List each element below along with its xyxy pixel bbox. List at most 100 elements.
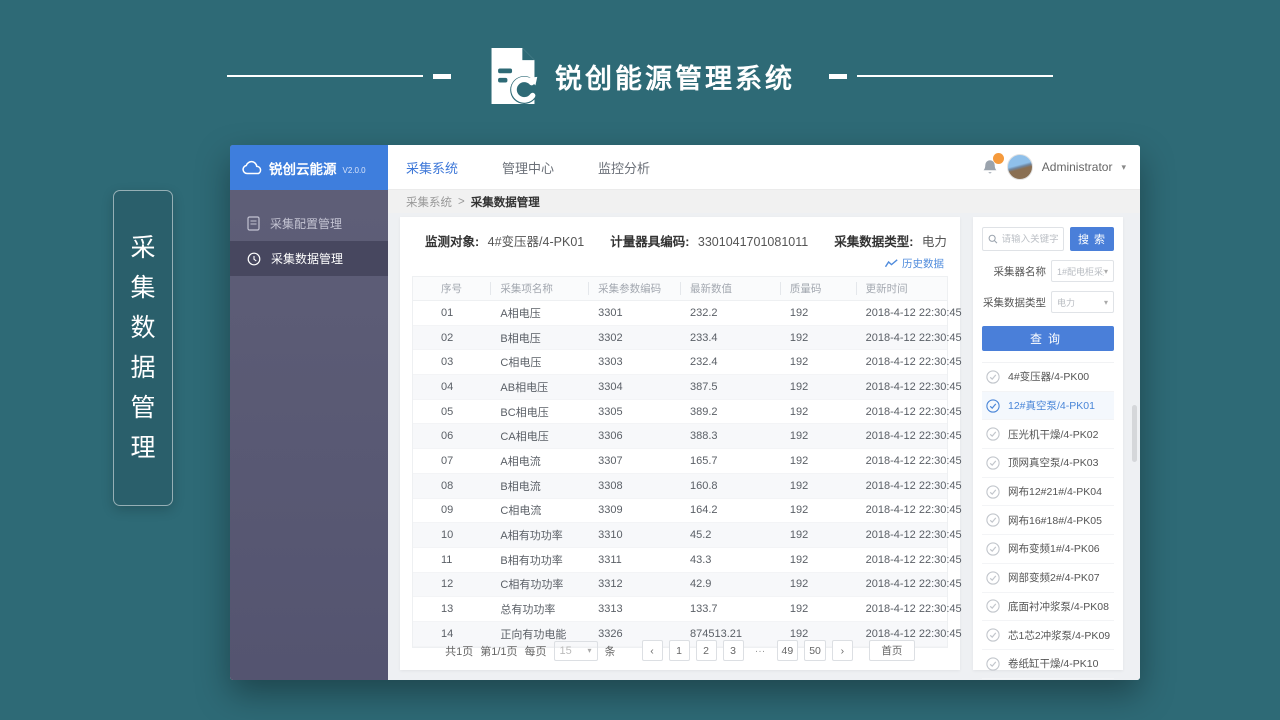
- tab-admin-center[interactable]: 管理中心: [502, 158, 554, 177]
- page-size-select[interactable]: 15 ▾: [554, 641, 598, 661]
- table-cell: 2018-4-12 22:30:45: [856, 597, 947, 621]
- table-row: 09C相电流3309164.21922018-4-12 22:30:45: [413, 499, 947, 524]
- info-value: 电力: [922, 235, 947, 249]
- table-cell: 2018-4-12 22:30:45: [856, 400, 947, 424]
- table-cell: 3304: [588, 375, 680, 399]
- sidebar: 锐创云能源 V2.0.0 采集配置管理 采集: [230, 145, 388, 680]
- info-value: 4#变压器/4-PK01: [488, 235, 585, 249]
- sidebar-version: V2.0.0: [343, 166, 366, 175]
- search-button[interactable]: 搜 索: [1070, 227, 1114, 251]
- scrollbar-thumb[interactable]: [1132, 405, 1137, 462]
- first-page-button[interactable]: 首页: [869, 640, 915, 661]
- device-name: 卷纸缸干燥/4-PK10: [1008, 656, 1098, 671]
- table-cell: 2018-4-12 22:30:45: [856, 350, 947, 374]
- info-field: 计量器具编码: 3301041701081011: [610, 231, 808, 250]
- query-button[interactable]: 查询: [982, 326, 1114, 351]
- filter-panel: 搜 索 采集器名称 1#配电柜采集器 ▾ 采集数据类型 电力 ▾: [973, 217, 1123, 670]
- avatar[interactable]: [1007, 154, 1033, 180]
- search-input[interactable]: [1002, 234, 1058, 245]
- device-list-item[interactable]: 网布变频1#/4-PK06: [982, 535, 1114, 564]
- data-type-field: 采集数据类型 电力 ▾: [982, 291, 1114, 313]
- device-list-item[interactable]: 网布16#18#/4-PK05: [982, 506, 1114, 535]
- table-cell: 192: [780, 326, 856, 350]
- device-name: 网布12#21#/4-PK04: [1008, 484, 1102, 499]
- table-cell: A相有功功率: [490, 523, 588, 547]
- check-circle-icon: [986, 571, 1000, 585]
- tab-monitor-analysis[interactable]: 监控分析: [598, 158, 650, 177]
- next-page-button[interactable]: ›: [832, 640, 853, 661]
- table-cell: 02: [413, 326, 490, 350]
- page-button[interactable]: 3: [723, 640, 744, 661]
- sidebar-item-collect-config[interactable]: 采集配置管理: [230, 206, 388, 241]
- table-cell: 3312: [588, 573, 680, 597]
- table-cell: 192: [780, 375, 856, 399]
- table-cell: 192: [780, 424, 856, 448]
- device-list-item[interactable]: 顶网真空泵/4-PK03: [982, 449, 1114, 478]
- device-list-item[interactable]: 压光机干燥/4-PK02: [982, 420, 1114, 449]
- device-list-item[interactable]: 卷纸缸干燥/4-PK10: [982, 650, 1114, 679]
- check-circle-icon: [986, 628, 1000, 642]
- sidebar-item-collect-data[interactable]: 采集数据管理: [230, 241, 388, 276]
- page-background: 锐创能源管理系统 采集数据管理 锐创云能源 V2.0.0: [0, 0, 1280, 720]
- table-cell: 160.8: [680, 474, 780, 498]
- device-list-item[interactable]: 芯1芯2冲浆泵/4-PK09: [982, 621, 1114, 650]
- table-row: 03C相电压3303232.41922018-4-12 22:30:45: [413, 350, 947, 375]
- device-list-item[interactable]: 衬浆碎浆机/4-PK11: [982, 679, 1114, 680]
- side-label-char: 集: [130, 276, 155, 301]
- config-icon: [247, 216, 260, 231]
- table-cell: C相有功功率: [490, 573, 588, 597]
- table-cell: 192: [780, 400, 856, 424]
- table-cell: B相有功功率: [490, 548, 588, 572]
- device-list-item[interactable]: 12#真空泵/4-PK01: [982, 392, 1114, 421]
- breadcrumb-parent[interactable]: 采集系统: [406, 194, 452, 210]
- table-cell: 06: [413, 424, 490, 448]
- user-box: Administrator ▾: [982, 154, 1126, 180]
- table-cell: 07: [413, 449, 490, 473]
- chevron-down-icon: ▾: [1104, 298, 1108, 307]
- device-name: 顶网真空泵/4-PK03: [1008, 455, 1098, 470]
- table-cell: 12: [413, 573, 490, 597]
- table-cell: 3307: [588, 449, 680, 473]
- banner-right-line: [857, 75, 1053, 77]
- prev-page-button[interactable]: ‹: [642, 640, 663, 661]
- table-cell: A相电压: [490, 301, 588, 325]
- page-title: 锐创能源管理系统: [555, 57, 795, 96]
- page-ellipsis: ···: [750, 640, 771, 661]
- table-cell: B相电压: [490, 326, 588, 350]
- table-cell: 389.2: [680, 400, 780, 424]
- page-button[interactable]: 1: [669, 640, 690, 661]
- bell-icon[interactable]: [982, 158, 998, 176]
- side-vertical-label: 采集数据管理: [113, 190, 173, 506]
- table-cell: 05: [413, 400, 490, 424]
- table-cell: 3306: [588, 424, 680, 448]
- table-row: 05BC相电压3305389.21922018-4-12 22:30:45: [413, 400, 947, 425]
- chevron-down-icon[interactable]: ▾: [1121, 162, 1126, 173]
- unit-label: 条: [605, 643, 616, 659]
- table-cell: 01: [413, 301, 490, 325]
- page-button[interactable]: 49: [777, 640, 799, 661]
- table-cell: 08: [413, 474, 490, 498]
- device-name: 4#变压器/4-PK00: [1008, 369, 1089, 384]
- tab-collect-system[interactable]: 采集系统: [406, 158, 458, 177]
- device-list-item[interactable]: 网布12#21#/4-PK04: [982, 478, 1114, 507]
- collector-name-select[interactable]: 1#配电柜采集器 ▾: [1051, 260, 1114, 282]
- table-cell: 232.2: [680, 301, 780, 325]
- table-cell: 3303: [588, 350, 680, 374]
- table-cell: 3308: [588, 474, 680, 498]
- username[interactable]: Administrator: [1042, 160, 1113, 174]
- device-list-item[interactable]: 网部变频2#/4-PK07: [982, 564, 1114, 593]
- device-list-item[interactable]: 4#变压器/4-PK00: [982, 363, 1114, 392]
- page-button[interactable]: 50: [804, 640, 826, 661]
- device-name: 网部变频2#/4-PK07: [1008, 570, 1100, 585]
- breadcrumb-separator: >: [458, 196, 465, 208]
- table-cell: 3302: [588, 326, 680, 350]
- device-list-item[interactable]: 底面衬冲浆泵/4-PK08: [982, 593, 1114, 622]
- notification-badge: [993, 153, 1004, 164]
- history-data-link[interactable]: 历史数据: [885, 256, 944, 271]
- per-page-label: 每页: [525, 643, 547, 659]
- data-type-select[interactable]: 电力 ▾: [1051, 291, 1114, 313]
- sidebar-nav: 采集配置管理 采集数据管理: [230, 190, 388, 276]
- page-button[interactable]: 2: [696, 640, 717, 661]
- check-circle-icon: [986, 485, 1000, 499]
- trend-line-icon: [885, 259, 898, 268]
